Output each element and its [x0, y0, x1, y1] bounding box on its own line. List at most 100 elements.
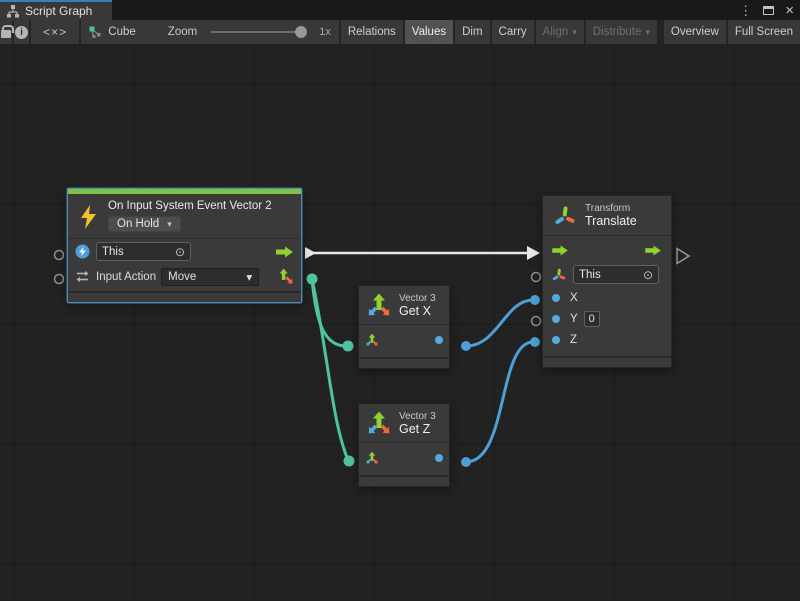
- lock-button[interactable]: [0, 20, 12, 44]
- input-action-label: Input Action: [96, 271, 156, 283]
- wire-vector2-to-getz[interactable]: [312, 279, 348, 460]
- translate-port-z-row: Z: [543, 329, 671, 350]
- node-on-input-system-event[interactable]: On Input System Event Vector 2 On Hold ▾…: [67, 188, 302, 303]
- target-select-icon[interactable]: ⊙: [175, 246, 185, 258]
- port-dot-y[interactable]: [552, 315, 560, 323]
- chevron-down-icon: ▾: [246, 270, 252, 284]
- port-label-z: Z: [570, 334, 577, 346]
- transform-icon: [552, 268, 566, 282]
- getx-body: [359, 325, 449, 355]
- vector2-output-icon[interactable]: [277, 268, 294, 285]
- control-output-arrow-icon[interactable]: [645, 245, 662, 256]
- port-dot-output[interactable]: [435, 454, 443, 462]
- node-category: Transform: [585, 203, 637, 214]
- wire-getz-to-z[interactable]: [466, 342, 533, 462]
- zoom-value: 1x: [319, 26, 331, 38]
- translate-port-y-row: Y 0: [543, 308, 671, 329]
- node-transform-translate[interactable]: Transform Translate: [542, 195, 672, 368]
- port-y-value-input[interactable]: 0: [584, 311, 600, 327]
- toolbar-button-full-screen[interactable]: Full Screen: [728, 20, 800, 44]
- zoom-slider[interactable]: [211, 31, 303, 33]
- menu-kebab-icon[interactable]: ⋮: [739, 4, 752, 17]
- toolbar-button-distribute[interactable]: Distribute ▾: [586, 20, 657, 44]
- toolbar-button-align[interactable]: Align ▾: [536, 20, 584, 44]
- wire-endpoint: [461, 341, 471, 351]
- info-icon: i: [15, 26, 28, 39]
- control-output-arrow-icon[interactable]: [276, 246, 294, 258]
- event-mode-dropdown[interactable]: On Hold ▾: [108, 216, 181, 232]
- vector3-icon: [366, 292, 392, 318]
- toolbar-button-values[interactable]: Values: [405, 20, 453, 44]
- getz-body: [359, 443, 449, 473]
- target-select-icon[interactable]: ⊙: [643, 269, 653, 281]
- wire-endpoint: [461, 457, 471, 467]
- inspect-button[interactable]: i: [14, 20, 29, 44]
- toolbar-button-dim[interactable]: Dim: [455, 20, 489, 44]
- translate-port-x-row: X: [543, 287, 671, 308]
- toolbar-button-carry[interactable]: Carry: [492, 20, 534, 44]
- wire-endpoint: [343, 341, 354, 352]
- event-header: On Input System Event Vector 2 On Hold ▾: [68, 194, 301, 238]
- toolbar-button-overview[interactable]: Overview: [664, 20, 726, 44]
- control-input-arrow-icon[interactable]: [552, 245, 569, 256]
- node-footer: [543, 356, 671, 367]
- close-icon[interactable]: ×: [785, 3, 794, 18]
- node-title: On Input System Event Vector 2: [108, 200, 293, 212]
- translate-this-row: This ⊙: [543, 262, 671, 287]
- tab-script-graph[interactable]: Script Graph: [0, 0, 112, 20]
- port-label-y: Y: [570, 313, 578, 325]
- translate-header: Transform Translate: [543, 196, 671, 236]
- input-action-icon: [75, 269, 90, 284]
- node-title: Get X: [399, 304, 436, 318]
- port-triangle-translate-out[interactable]: [677, 249, 689, 264]
- chevron-down-icon: ▾: [572, 27, 577, 38]
- vector3-input-icon[interactable]: [365, 333, 379, 347]
- zoom-slider-handle[interactable]: [295, 26, 307, 38]
- input-action-dropdown[interactable]: Move ▾: [161, 268, 259, 286]
- tab-label: Script Graph: [25, 4, 92, 18]
- tab-bar: Script Graph ⋮ ×: [0, 0, 800, 20]
- translate-control-row: [543, 238, 671, 262]
- script-graph-window: Script Graph ⋮ × i <×> Cube Zoom: [0, 0, 800, 601]
- node-category: Vector 3: [399, 411, 436, 422]
- port-circle-event-action[interactable]: [55, 275, 64, 284]
- maximize-icon[interactable]: [763, 6, 774, 15]
- node-vector3-get-z[interactable]: Vector 3 Get Z: [358, 403, 450, 487]
- event-action-row: Input Action Move ▾: [68, 264, 301, 289]
- edit-source-button[interactable]: <×>: [31, 20, 79, 44]
- event-this-row: This ⊙: [68, 239, 301, 264]
- node-vector3-get-x[interactable]: Vector 3 Get X: [358, 285, 450, 369]
- port-circle-translate-y[interactable]: [532, 317, 541, 326]
- lock-icon: [1, 30, 11, 38]
- getx-header: Vector 3 Get X: [359, 286, 449, 325]
- node-footer: [359, 357, 449, 368]
- event-this-field[interactable]: This ⊙: [96, 242, 191, 261]
- vector3-icon: [366, 410, 392, 436]
- node-footer: [68, 291, 301, 302]
- port-dot-x[interactable]: [552, 294, 560, 302]
- translate-this-field[interactable]: This ⊙: [573, 265, 659, 284]
- graph-canvas[interactable]: On Input System Event Vector 2 On Hold ▾…: [0, 44, 800, 601]
- wire-endpoint: [307, 274, 318, 285]
- graph-context-segment: Cube Zoom 1x: [81, 20, 339, 44]
- chevron-down-icon: ▾: [645, 27, 650, 38]
- port-dot-output[interactable]: [435, 336, 443, 344]
- vector3-input-icon[interactable]: [365, 451, 379, 465]
- node-footer: [359, 475, 449, 486]
- transform-icon: [554, 205, 576, 227]
- node-category: Vector 3: [399, 293, 436, 304]
- graph-node-icon: [89, 26, 102, 39]
- code-icon: <×>: [43, 25, 67, 39]
- toolbar: i <×> Cube Zoom 1x Relations Values: [0, 20, 800, 44]
- port-label-x: X: [570, 292, 578, 304]
- port-circle-event-this[interactable]: [55, 251, 64, 260]
- lightning-bolt-icon: [79, 204, 98, 230]
- node-title: Translate: [585, 214, 637, 228]
- toolbar-button-relations[interactable]: Relations: [341, 20, 403, 44]
- wire-getx-to-x[interactable]: [466, 300, 533, 346]
- port-circle-translate-this[interactable]: [532, 273, 541, 282]
- graph-breadcrumb[interactable]: Cube: [108, 26, 136, 38]
- wire-endpoint: [530, 337, 540, 347]
- port-dot-z[interactable]: [552, 336, 560, 344]
- wire-endpoint: [530, 295, 540, 305]
